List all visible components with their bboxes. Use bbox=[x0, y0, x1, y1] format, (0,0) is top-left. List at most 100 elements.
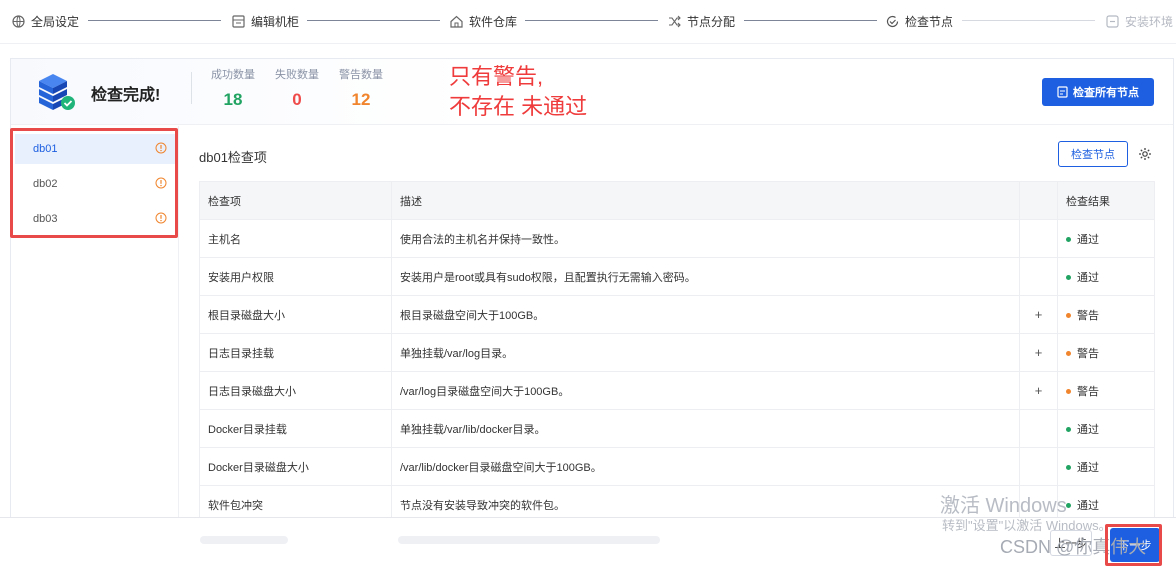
warning-dot bbox=[1066, 351, 1071, 357]
expand-cell bbox=[1019, 257, 1058, 296]
step-software-repo[interactable]: 软件仓库 bbox=[450, 12, 517, 30]
table-row: Docker目录磁盘大小 /var/lib/docker目录磁盘空间大于100G… bbox=[199, 447, 1155, 486]
steps-bar: 全局设定 编辑机柜 软件仓库 节点分配 检查节点 安装环境 bbox=[0, 0, 1176, 44]
red-highlight-box bbox=[10, 128, 178, 238]
item-cell: Docker目录磁盘大小 bbox=[199, 447, 392, 486]
expand-button[interactable]: + bbox=[1019, 371, 1058, 410]
step-global-settings[interactable]: 全局设定 bbox=[12, 12, 79, 30]
column-header: 描述 bbox=[391, 181, 1020, 220]
server-check-icon bbox=[35, 69, 79, 113]
result-cell: 通过 bbox=[1057, 447, 1155, 486]
pass-dot bbox=[1066, 275, 1071, 281]
shuffle-icon bbox=[668, 15, 681, 28]
step-label: 软件仓库 bbox=[469, 14, 518, 29]
warning-dot bbox=[1066, 389, 1071, 395]
column-header bbox=[1019, 181, 1058, 220]
install-icon bbox=[1106, 14, 1119, 28]
check-node-button[interactable]: 检查节点 bbox=[1058, 141, 1128, 167]
step-connector bbox=[744, 20, 877, 21]
step-label: 节点分配 bbox=[687, 14, 736, 29]
check-items-table: 检查项 描述 检查结果 主机名 使用合法的主机名并保持一致性。 通过 安装用户权… bbox=[199, 181, 1155, 524]
clipboard-icon bbox=[1057, 86, 1068, 98]
expand-cell bbox=[1019, 447, 1058, 486]
divider bbox=[191, 72, 192, 104]
result-text: 警告 bbox=[1077, 309, 1099, 322]
result-cell: 警告 bbox=[1057, 333, 1155, 372]
result-cell: 警告 bbox=[1057, 371, 1155, 410]
description-cell: 单独挂载/var/log目录。 bbox=[391, 333, 1020, 372]
pass-dot bbox=[1066, 427, 1071, 433]
result-cell: 通过 bbox=[1057, 257, 1155, 296]
warning-count-stat: 警告数量 12 bbox=[337, 66, 385, 110]
column-header: 检查项 bbox=[199, 181, 392, 220]
table-row: 日志目录磁盘大小 /var/log目录磁盘空间大于100GB。 + 警告 bbox=[199, 371, 1155, 410]
step-node-assign[interactable]: 节点分配 bbox=[668, 12, 735, 30]
annotation-line: 不存在 未通过 bbox=[449, 94, 588, 119]
expand-button[interactable]: + bbox=[1019, 295, 1058, 334]
globe-icon bbox=[12, 14, 25, 28]
check-all-nodes-button[interactable]: 检查所有节点 bbox=[1042, 78, 1154, 106]
table-row: 主机名 使用合法的主机名并保持一致性。 通过 bbox=[199, 219, 1155, 258]
description-cell: 单独挂载/var/lib/docker目录。 bbox=[391, 409, 1020, 448]
check-done-title: 检查完成! bbox=[91, 87, 161, 104]
description-cell: 使用合法的主机名并保持一致性。 bbox=[391, 219, 1020, 258]
annotation-line: 只有警告, bbox=[449, 64, 544, 89]
stat-label: 失败数量 bbox=[275, 69, 319, 81]
table-row: 安装用户权限 安装用户是root或具有sudo权限，且配置执行无需输入密码。 通… bbox=[199, 257, 1155, 296]
stat-value: 18 bbox=[223, 90, 243, 109]
step-label: 编辑机柜 bbox=[251, 14, 300, 29]
item-cell: Docker目录挂载 bbox=[199, 409, 392, 448]
stat-value: 12 bbox=[351, 90, 371, 109]
result-cell: 警告 bbox=[1057, 295, 1155, 334]
result-cell: 通过 bbox=[1057, 219, 1155, 258]
table-header-row: 检查项 描述 检查结果 bbox=[199, 181, 1155, 220]
blurred-row-text bbox=[200, 536, 288, 544]
table-row: 根目录磁盘大小 根目录磁盘空间大于100GB。 + 警告 bbox=[199, 295, 1155, 334]
column-header: 检查结果 bbox=[1057, 181, 1155, 220]
cabinet-icon bbox=[232, 14, 245, 28]
step-connector bbox=[525, 20, 658, 21]
result-text: 通过 bbox=[1077, 271, 1099, 284]
stat-label: 警告数量 bbox=[339, 69, 383, 81]
warning-dot bbox=[1066, 313, 1071, 319]
item-cell: 主机名 bbox=[199, 219, 392, 258]
item-cell: 根目录磁盘大小 bbox=[199, 295, 392, 334]
stat-label: 成功数量 bbox=[211, 69, 255, 81]
step-connector bbox=[962, 20, 1095, 21]
description-cell: /var/lib/docker目录磁盘空间大于100GB。 bbox=[391, 447, 1020, 486]
item-cell: 安装用户权限 bbox=[199, 257, 392, 296]
house-icon bbox=[450, 15, 463, 28]
success-count-stat: 成功数量 18 bbox=[209, 66, 257, 110]
result-text: 警告 bbox=[1077, 385, 1099, 398]
check-summary-header: 检查完成! 成功数量 18 失败数量 0 警告数量 12 只有警告, 不存在 未… bbox=[11, 59, 1173, 125]
item-cell: 日志目录挂载 bbox=[199, 333, 392, 372]
step-label: 检查节点 bbox=[905, 14, 954, 29]
red-annotation: 只有警告, 不存在 未通过 bbox=[449, 62, 587, 122]
result-text: 通过 bbox=[1077, 423, 1099, 436]
button-label: 检查所有节点 bbox=[1073, 87, 1139, 99]
description-cell: /var/log目录磁盘空间大于100GB。 bbox=[391, 371, 1020, 410]
pass-dot bbox=[1066, 237, 1071, 243]
expand-cell bbox=[1019, 409, 1058, 448]
result-text: 警告 bbox=[1077, 347, 1099, 360]
description-cell: 安装用户是root或具有sudo权限，且配置执行无需输入密码。 bbox=[391, 257, 1020, 296]
gear-icon[interactable] bbox=[1138, 147, 1152, 161]
red-highlight-box bbox=[1105, 524, 1162, 566]
table-row: Docker目录挂载 单独挂载/var/lib/docker目录。 通过 bbox=[199, 409, 1155, 448]
step-edit-cabinet[interactable]: 编辑机柜 bbox=[232, 12, 299, 30]
step-install-env: 安装环境 bbox=[1106, 12, 1173, 30]
step-label: 安装环境 bbox=[1125, 14, 1174, 29]
fail-count-stat: 失败数量 0 bbox=[273, 66, 321, 110]
result-text: 通过 bbox=[1077, 233, 1099, 246]
expand-cell bbox=[1019, 219, 1058, 258]
item-cell: 日志目录磁盘大小 bbox=[199, 371, 392, 410]
windows-activation-watermark: 激活 Windows bbox=[940, 495, 1067, 517]
step-check-node[interactable]: 检查节点 bbox=[886, 12, 953, 30]
result-text: 通过 bbox=[1077, 499, 1099, 512]
blurred-row-text bbox=[398, 536, 660, 544]
expand-button[interactable]: + bbox=[1019, 333, 1058, 372]
description-cell: 根目录磁盘空间大于100GB。 bbox=[391, 295, 1020, 334]
table-row: 日志目录挂载 单独挂载/var/log目录。 + 警告 bbox=[199, 333, 1155, 372]
stat-value: 0 bbox=[292, 90, 302, 109]
check-panel: 检查完成! 成功数量 18 失败数量 0 警告数量 12 只有警告, 不存在 未… bbox=[10, 58, 1174, 528]
